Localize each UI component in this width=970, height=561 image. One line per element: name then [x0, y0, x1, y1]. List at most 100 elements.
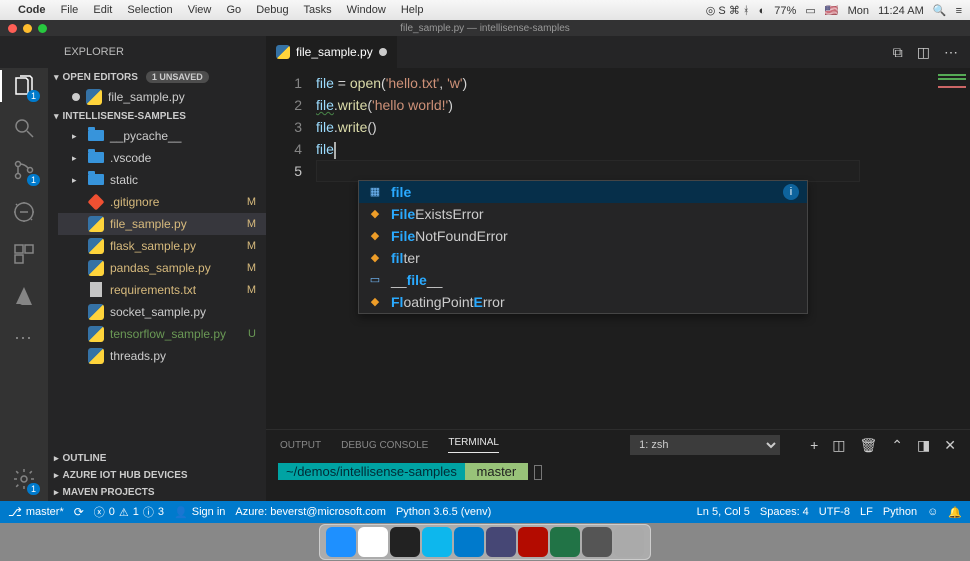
split-editor-icon[interactable]: ◫	[917, 44, 930, 61]
code-line-1[interactable]: file = open('hello.txt', 'w')	[316, 72, 930, 94]
panel-up-icon[interactable]: ⌃	[891, 437, 903, 454]
tree-item-file-sample-py[interactable]: file_sample.pyM	[58, 213, 266, 235]
minimize-window-icon[interactable]	[23, 24, 32, 33]
panel-tab-output[interactable]: OUTPUT	[280, 440, 321, 451]
status-azure[interactable]: Azure: beverst@microsoft.com	[235, 506, 386, 518]
minimap[interactable]	[930, 68, 970, 429]
open-editors-header[interactable]: ▾ OPEN EDITORS 1 UNSAVED	[48, 68, 266, 86]
intellisense-item[interactable]: ◆FloatingPointError	[359, 291, 807, 313]
app-menu[interactable]: Code File Edit Selection View Go Debug T…	[18, 4, 435, 16]
flag-icon[interactable]: 🇺🇸	[825, 5, 839, 17]
activity-azure[interactable]	[12, 284, 36, 308]
tree-item--gitignore[interactable]: .gitignoreM	[58, 191, 266, 213]
tree-item-threads-py[interactable]: threads.py	[58, 345, 266, 367]
status-python[interactable]: Python 3.6.5 (venv)	[396, 506, 491, 518]
activity-scm[interactable]: 1	[12, 158, 36, 182]
activity-settings[interactable]: 1	[12, 467, 36, 491]
status-branch[interactable]: ⎇master*	[8, 505, 64, 519]
tree-item-flask-sample-py[interactable]: flask_sample.pyM	[58, 235, 266, 257]
intellisense-item[interactable]: ▭__file__	[359, 269, 807, 291]
menubar-time[interactable]: 11:24 AM	[878, 5, 924, 17]
dock-chrome[interactable]	[358, 527, 388, 557]
dock-trash[interactable]	[614, 527, 644, 557]
compare-changes-icon[interactable]: ⧉	[893, 44, 903, 61]
intellisense-item[interactable]: ◆FileExistsError	[359, 203, 807, 225]
menu-app[interactable]: Code	[18, 4, 46, 16]
code-lines[interactable]: file = open('hello.txt', 'w')file.write(…	[316, 68, 930, 429]
tree-item-requirements-txt[interactable]: requirements.txtM	[58, 279, 266, 301]
activity-explorer[interactable]: 1	[12, 74, 36, 98]
maximize-panel-icon[interactable]: ◨	[917, 437, 930, 454]
status-signin[interactable]: 👤Sign in	[174, 506, 225, 519]
dock-terminal[interactable]	[390, 527, 420, 557]
tree-item--vscode[interactable]: ▸.vscode	[58, 147, 266, 169]
intellisense-item[interactable]: ◆FileNotFoundError	[359, 225, 807, 247]
status-language[interactable]: Python	[883, 506, 917, 518]
dock-excel[interactable]	[550, 527, 580, 557]
tab-file-sample[interactable]: file_sample.py	[266, 36, 398, 68]
intellisense-popup[interactable]: ▦filei◆FileExistsError◆FileNotFoundError…	[358, 180, 808, 314]
menubar-day[interactable]: Mon	[848, 5, 869, 17]
open-editor-item[interactable]: file_sample.py	[58, 86, 266, 108]
status-cursor-pos[interactable]: Ln 5, Col 5	[697, 506, 750, 518]
menu-file[interactable]: File	[61, 4, 79, 16]
activity-debug[interactable]	[12, 200, 36, 224]
spotlight-icon[interactable]: 🔍	[933, 5, 947, 17]
intellisense-item[interactable]: ▦filei	[359, 181, 807, 203]
status-encoding[interactable]: UTF-8	[819, 506, 850, 518]
code-line-5[interactable]: file	[316, 138, 930, 160]
outline-header[interactable]: ▸ OUTLINE	[48, 450, 266, 467]
status-eol[interactable]: LF	[860, 506, 873, 518]
new-terminal-icon[interactable]: +	[810, 437, 818, 454]
dirty-indicator-icon[interactable]	[379, 48, 387, 56]
tree-item-pandas-sample-py[interactable]: pandas_sample.pyM	[58, 257, 266, 279]
panel-tab-terminal[interactable]: TERMINAL	[448, 437, 499, 453]
panel-tab-debug-console[interactable]: DEBUG CONSOLE	[341, 440, 428, 451]
info-icon[interactable]: i	[783, 184, 799, 200]
more-actions-icon[interactable]: ⋯	[944, 44, 958, 61]
wifi-indicator[interactable]: ◐	[759, 5, 766, 17]
activity-search[interactable]	[12, 116, 36, 140]
traffic-lights[interactable]	[8, 24, 47, 33]
azure-iot-header[interactable]: ▸ AZURE IOT HUB DEVICES	[48, 467, 266, 484]
menu-help[interactable]: Help	[401, 4, 424, 16]
tree-item-static[interactable]: ▸static	[58, 169, 266, 191]
menu-go[interactable]: Go	[226, 4, 241, 16]
menu-selection[interactable]: Selection	[127, 4, 172, 16]
intellisense-item[interactable]: ◆filter	[359, 247, 807, 269]
workspace-header[interactable]: ▾ INTELLISENSE-SAMPLES	[48, 108, 266, 125]
close-window-icon[interactable]	[8, 24, 17, 33]
menu-edit[interactable]: Edit	[93, 4, 112, 16]
wifi-icon[interactable]: ◎ S ⌘ ᚼ	[706, 5, 750, 17]
status-feedback-icon[interactable]: ☺	[927, 506, 938, 518]
dock-vscode[interactable]	[454, 527, 484, 557]
code-line-4[interactable]: file.write()	[316, 116, 930, 138]
activity-extensions[interactable]	[12, 242, 36, 266]
menu-debug[interactable]: Debug	[256, 4, 288, 16]
code-line-2[interactable]: file.write('hello world!')	[316, 94, 930, 116]
dock-teams[interactable]	[486, 527, 516, 557]
terminal-selector[interactable]: 1: zsh	[630, 435, 780, 455]
tree-item-tensorflow-sample-py[interactable]: tensorflow_sample.pyU	[58, 323, 266, 345]
dock-adobe[interactable]	[518, 527, 548, 557]
tree-item---pycache--[interactable]: ▸__pycache__	[58, 125, 266, 147]
status-notifications-icon[interactable]: 🔔	[948, 506, 962, 519]
macos-dock[interactable]	[319, 524, 651, 560]
zoom-window-icon[interactable]	[38, 24, 47, 33]
split-terminal-icon[interactable]: ◫	[832, 437, 845, 454]
dock-finder[interactable]	[326, 527, 356, 557]
menu-view[interactable]: View	[188, 4, 212, 16]
menu-window[interactable]: Window	[347, 4, 386, 16]
close-panel-icon[interactable]: ✕	[944, 437, 956, 454]
code-editor[interactable]: 12345 file = open('hello.txt', 'w')file.…	[266, 68, 970, 429]
dock-app[interactable]	[582, 527, 612, 557]
status-problems[interactable]: ⓧ0 ⚠1 ⓘ3	[94, 504, 164, 520]
activity-more[interactable]: ⋯	[12, 326, 36, 350]
maven-header[interactable]: ▸ MAVEN PROJECTS	[48, 484, 266, 501]
status-sync[interactable]: ⟳	[74, 505, 84, 519]
menu-extra-icon[interactable]: ≡	[956, 5, 962, 17]
status-indent[interactable]: Spaces: 4	[760, 506, 809, 518]
tree-item-socket-sample-py[interactable]: socket_sample.py	[58, 301, 266, 323]
kill-terminal-icon[interactable]: 🗑	[860, 437, 878, 454]
terminal[interactable]: ~/demos/intellisense-samples master	[266, 460, 970, 501]
